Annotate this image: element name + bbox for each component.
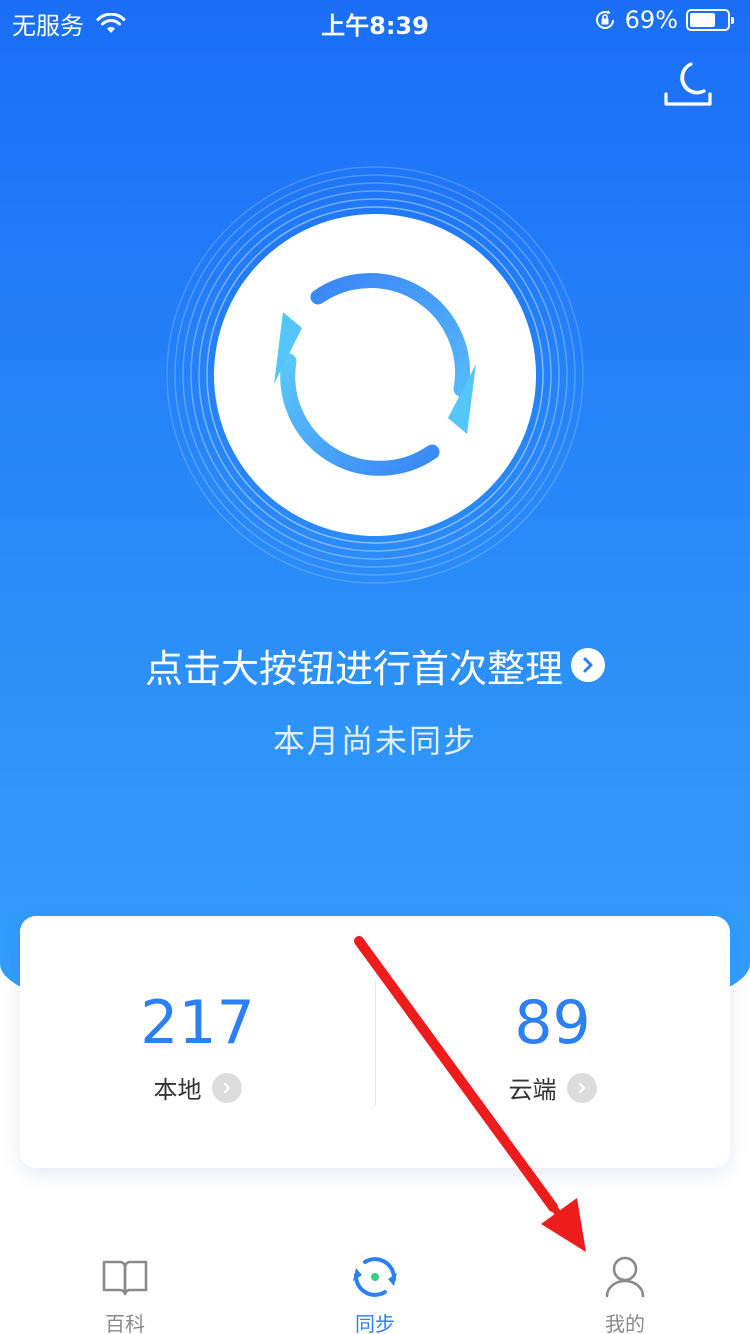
sync-tab-icon bbox=[353, 1257, 397, 1297]
tab-sync[interactable]: 同步 bbox=[250, 1234, 500, 1334]
user-icon bbox=[605, 1256, 645, 1298]
moon-icon bbox=[664, 62, 712, 106]
tab-encyclopedia[interactable]: 百科 bbox=[0, 1234, 250, 1334]
tab-bar: 百科 同步 我的 bbox=[0, 1234, 750, 1334]
sync-button[interactable] bbox=[214, 214, 536, 536]
orientation-lock-icon bbox=[595, 10, 614, 29]
night-mode-button[interactable] bbox=[660, 58, 716, 114]
cloud-label: 云端 bbox=[508, 1076, 557, 1104]
stats-card: 217 本地 89 云端 bbox=[20, 916, 730, 1168]
tab-mine[interactable]: 我的 bbox=[500, 1234, 750, 1334]
tab-mine-label: 我的 bbox=[605, 1312, 645, 1334]
local-stat[interactable]: 217 本地 bbox=[20, 916, 375, 1168]
local-count: 217 bbox=[140, 988, 255, 1058]
cloud-count: 89 bbox=[514, 988, 591, 1058]
chevron-right-icon bbox=[211, 1072, 242, 1103]
local-label-row: 本地 bbox=[20, 1070, 375, 1105]
local-label: 本地 bbox=[153, 1076, 202, 1104]
chevron-right-icon bbox=[571, 648, 605, 682]
status-bar: 无服务 上午8:39 69% bbox=[0, 0, 750, 40]
battery-icon bbox=[686, 9, 734, 31]
book-icon bbox=[102, 1260, 148, 1296]
sync-status-text: 本月尚未同步 bbox=[272, 722, 477, 760]
battery-percent: 69% bbox=[624, 6, 678, 34]
first-sync-prompt[interactable]: 点击大按钮进行首次整理 bbox=[0, 640, 750, 691]
first-sync-prompt-label: 点击大按钮进行首次整理 bbox=[144, 646, 563, 691]
sync-icon bbox=[274, 273, 476, 476]
battery-level bbox=[690, 13, 715, 27]
cloud-label-row: 云端 bbox=[375, 1070, 730, 1105]
tab-encyclopedia-label: 百科 bbox=[105, 1312, 145, 1334]
tab-sync-label: 同步 bbox=[355, 1312, 395, 1334]
chevron-right-icon bbox=[566, 1072, 597, 1103]
cloud-stat[interactable]: 89 云端 bbox=[375, 916, 730, 1168]
status-right: 69% bbox=[593, 6, 734, 34]
